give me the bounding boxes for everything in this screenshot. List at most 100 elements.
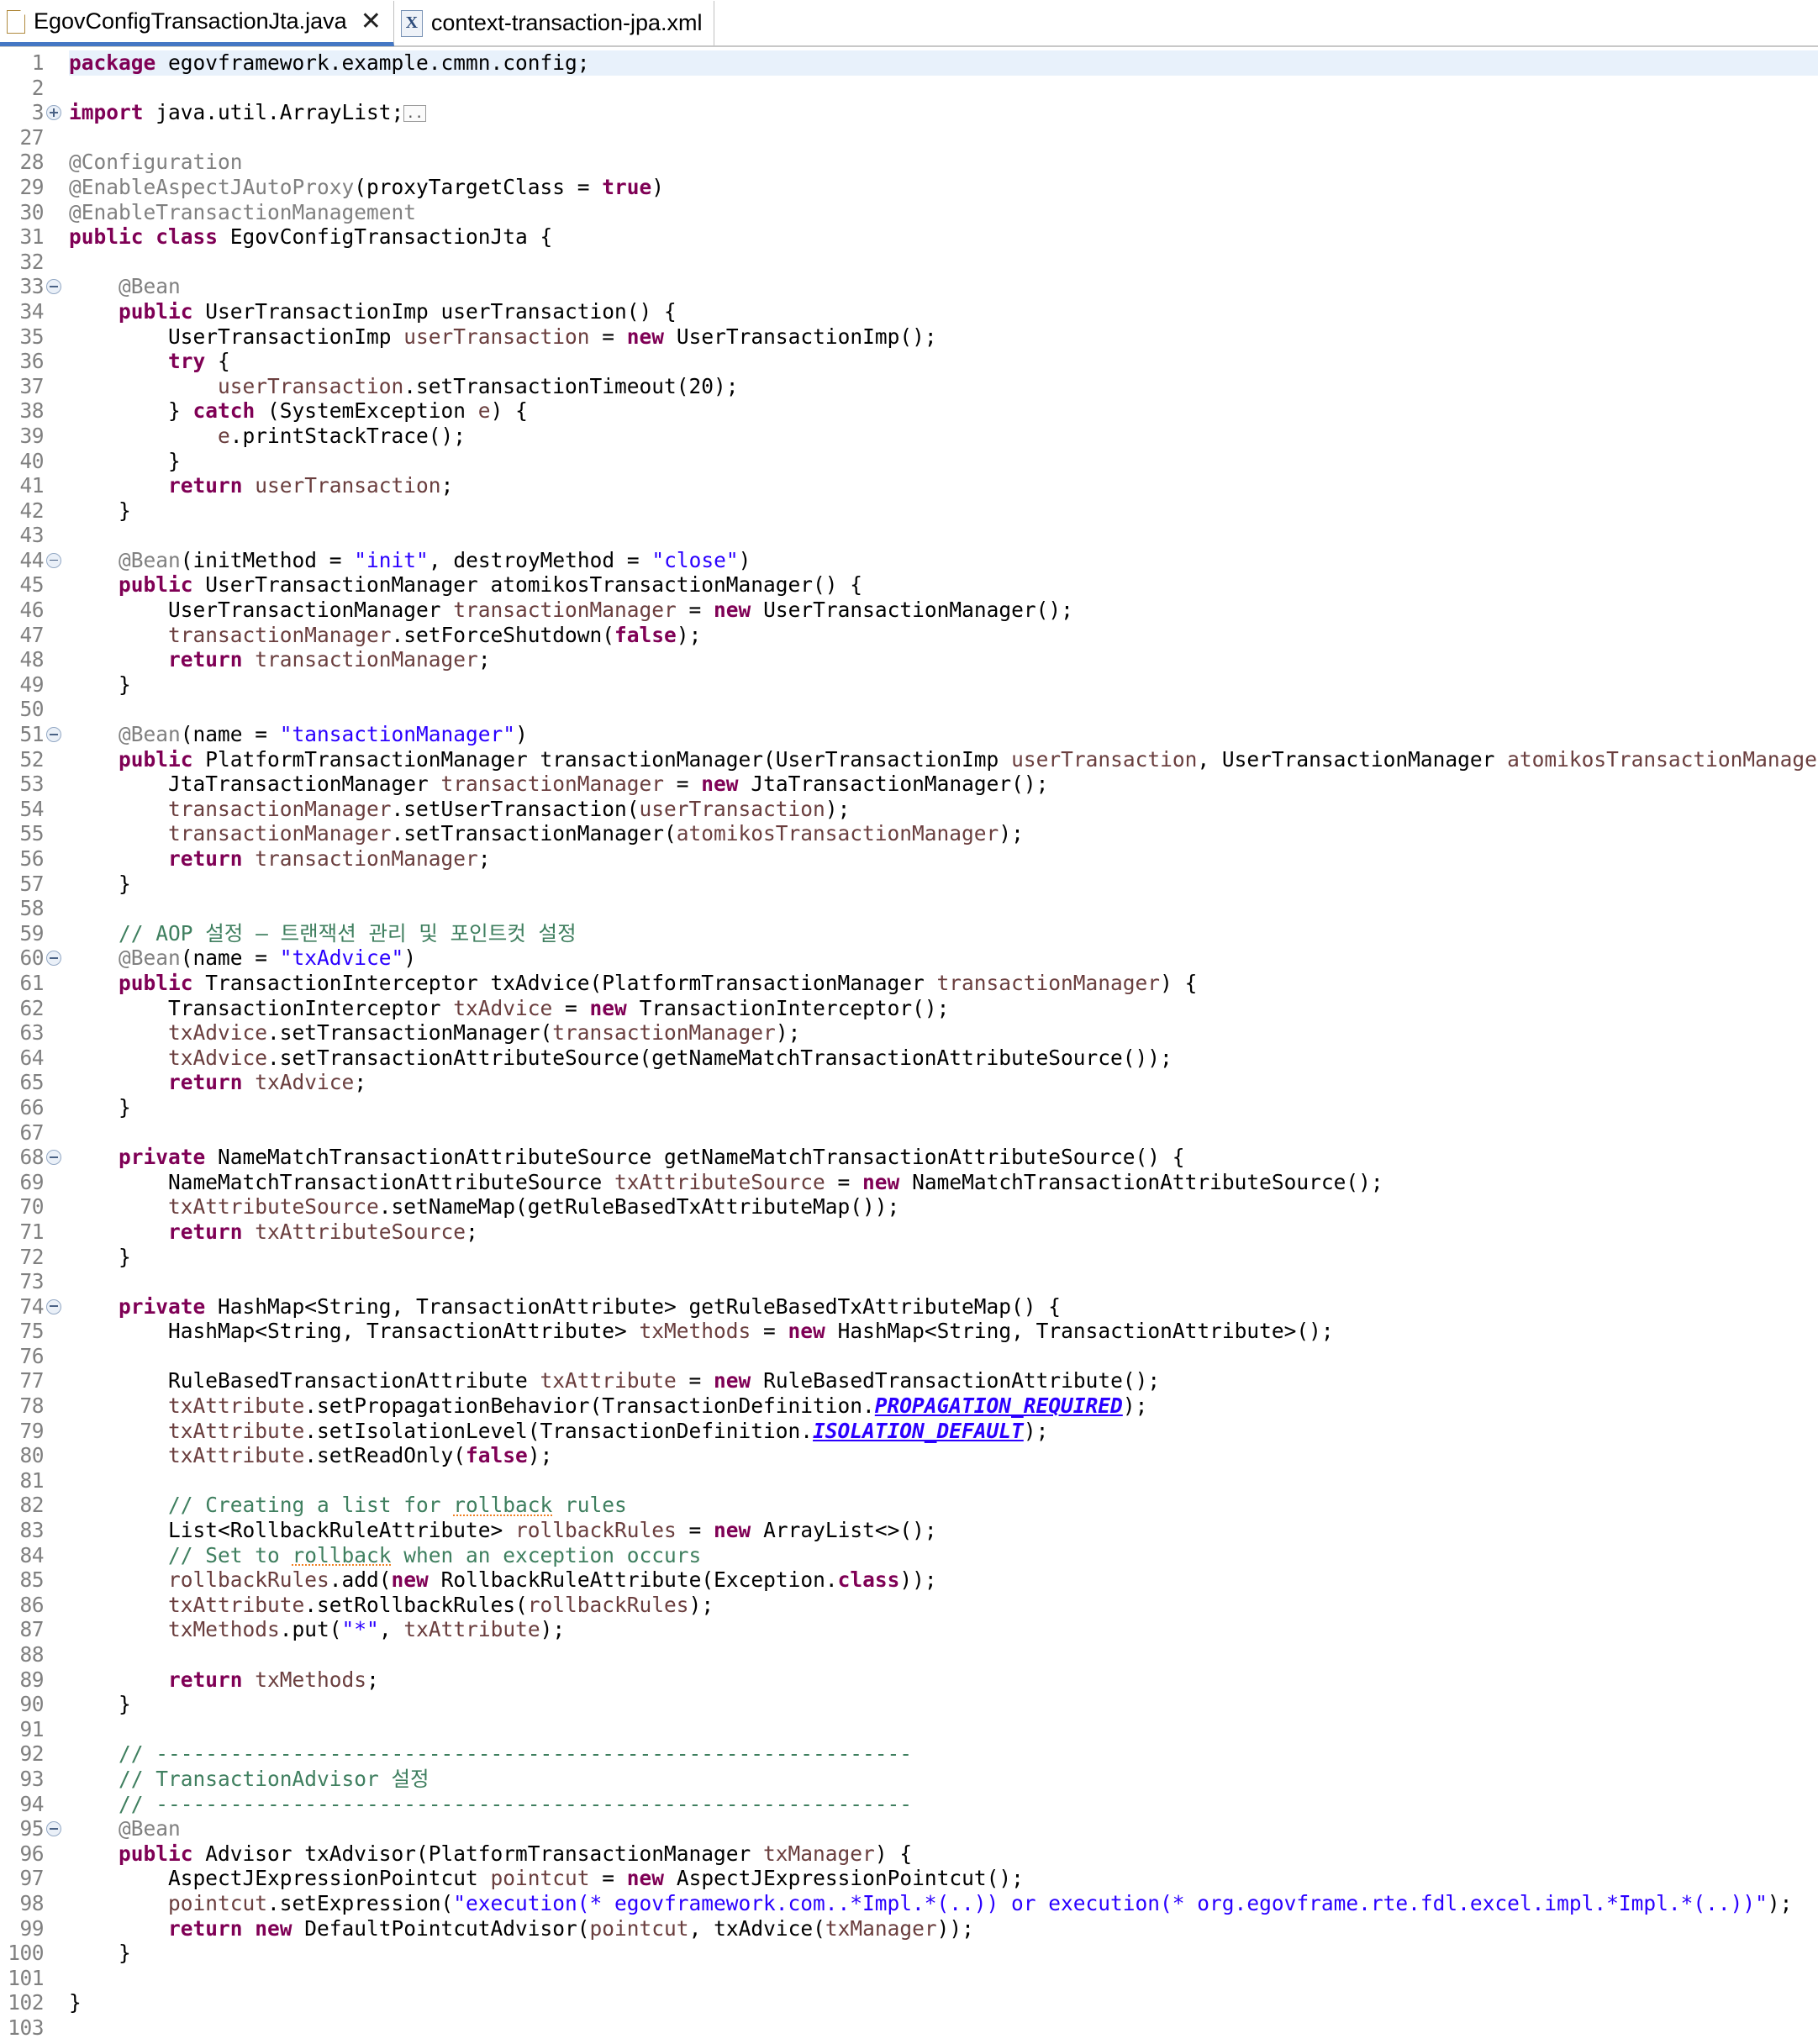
code-line[interactable]: List<RollbackRuleAttribute> rollbackRule…: [69, 1518, 1818, 1543]
line-number: 31: [19, 224, 44, 250]
fold-collapse-icon[interactable]: [46, 951, 61, 967]
code-line[interactable]: }: [69, 498, 1818, 524]
code-line[interactable]: return transactionManager;: [69, 647, 1818, 672]
tab-context-transaction-jpa-xml[interactable]: X context-transaction-jpa.xml: [393, 1, 715, 46]
code-line[interactable]: pointcut.setExpression("execution(* egov…: [69, 1891, 1818, 1916]
line-number: 50: [19, 697, 44, 722]
code-line[interactable]: [69, 1344, 1818, 1369]
code-line[interactable]: // TransactionAdvisor 설정: [69, 1767, 1818, 1792]
code-line[interactable]: [69, 250, 1818, 275]
code-line[interactable]: // Creating a list for rollback rules: [69, 1493, 1818, 1518]
fold-collapse-icon[interactable]: [46, 1150, 61, 1166]
code-line[interactable]: @Bean(initMethod = "init", destroyMethod…: [69, 548, 1818, 573]
line-number: 47: [19, 622, 44, 647]
fold-expand-icon[interactable]: [46, 105, 61, 121]
code-line[interactable]: TransactionInterceptor txAdvice = new Tr…: [69, 996, 1818, 1021]
code-line[interactable]: public class EgovConfigTransactionJta {: [69, 224, 1818, 250]
fold-collapse-icon[interactable]: [46, 1821, 61, 1837]
code-line[interactable]: }: [69, 1245, 1818, 1270]
code-line[interactable]: [69, 1966, 1818, 1991]
code-line[interactable]: txAttribute.setRollbackRules(rollbackRul…: [69, 1593, 1818, 1618]
code-line[interactable]: public Advisor txAdvisor(PlatformTransac…: [69, 1841, 1818, 1867]
code-line[interactable]: @Bean: [69, 274, 1818, 299]
code-line[interactable]: [69, 896, 1818, 921]
code-line[interactable]: public UserTransactionManager atomikosTr…: [69, 572, 1818, 598]
code-line[interactable]: @Configuration: [69, 150, 1818, 175]
code-line[interactable]: txAttribute.setPropagationBehavior(Trans…: [69, 1393, 1818, 1419]
code-line[interactable]: [69, 1269, 1818, 1294]
code-line[interactable]: AspectJExpressionPointcut pointcut = new…: [69, 1866, 1818, 1891]
code-line[interactable]: [69, 1468, 1818, 1493]
code-line[interactable]: rollbackRules.add(new RollbackRuleAttrib…: [69, 1567, 1818, 1593]
tab-egovconfigtransactionjta-java[interactable]: EgovConfigTransactionJta.java ✕: [0, 1, 394, 46]
code-line[interactable]: // AOP 설정 – 트랜잭션 관리 및 포인트컷 설정: [69, 921, 1818, 946]
code-line[interactable]: JtaTransactionManager transactionManager…: [69, 772, 1818, 797]
fold-collapse-icon[interactable]: [46, 279, 61, 295]
code-line[interactable]: }: [69, 672, 1818, 698]
code-line[interactable]: txAdvice.setTransactionManager(transacti…: [69, 1020, 1818, 1046]
code-line[interactable]: txAttribute.setReadOnly(false);: [69, 1443, 1818, 1468]
code-line[interactable]: txAttribute.setIsolationLevel(Transactio…: [69, 1419, 1818, 1444]
code-line[interactable]: @EnableAspectJAutoProxy(proxyTargetClass…: [69, 175, 1818, 200]
code-line[interactable]: RuleBasedTransactionAttribute txAttribut…: [69, 1368, 1818, 1393]
code-line[interactable]: return txMethods;: [69, 1667, 1818, 1693]
code-line[interactable]: package egovframework.example.cmmn.confi…: [69, 50, 1818, 76]
code-line[interactable]: @Bean(name = "txAdvice"): [69, 946, 1818, 971]
code-line[interactable]: return txAttributeSource;: [69, 1220, 1818, 1245]
code-line[interactable]: [69, 125, 1818, 150]
code-line[interactable]: private HashMap<String, TransactionAttri…: [69, 1294, 1818, 1320]
code-line[interactable]: e.printStackTrace();: [69, 424, 1818, 449]
code-line[interactable]: [69, 697, 1818, 722]
code-line[interactable]: }: [69, 1095, 1818, 1120]
code-line[interactable]: transactionManager.setTransactionManager…: [69, 821, 1818, 846]
code-line[interactable]: UserTransactionManager transactionManage…: [69, 598, 1818, 623]
code-line[interactable]: } catch (SystemException e) {: [69, 398, 1818, 424]
code-line[interactable]: HashMap<String, TransactionAttribute> tx…: [69, 1319, 1818, 1344]
code-line[interactable]: transactionManager.setForceShutdown(fals…: [69, 623, 1818, 648]
code-line[interactable]: [69, 1717, 1818, 1742]
code-line[interactable]: }: [69, 1692, 1818, 1717]
fold-collapse-icon[interactable]: [46, 552, 61, 568]
code-line[interactable]: [69, 523, 1818, 548]
code-line[interactable]: return txAdvice;: [69, 1070, 1818, 1095]
code-line[interactable]: [69, 1120, 1818, 1146]
code-line[interactable]: // -------------------------------------…: [69, 1792, 1818, 1817]
code-line[interactable]: }: [69, 1941, 1818, 1966]
fold-marker-cell: [45, 473, 64, 498]
code-line[interactable]: userTransaction.setTransactionTimeout(20…: [69, 374, 1818, 399]
code-line[interactable]: try {: [69, 349, 1818, 374]
code-text-area[interactable]: package egovframework.example.cmmn.confi…: [64, 47, 1818, 2041]
code-line[interactable]: NameMatchTransactionAttributeSource txAt…: [69, 1170, 1818, 1195]
fold-collapse-icon[interactable]: [46, 727, 61, 743]
code-line[interactable]: public TransactionInterceptor txAdvice(P…: [69, 971, 1818, 996]
fold-marker-cell: [45, 498, 64, 524]
code-folding-gutter[interactable]: [45, 47, 64, 2041]
code-line[interactable]: [69, 76, 1818, 101]
code-line[interactable]: // -------------------------------------…: [69, 1741, 1818, 1767]
code-line[interactable]: private NameMatchTransactionAttributeSou…: [69, 1145, 1818, 1170]
code-line[interactable]: import java.util.ArrayList;..: [69, 100, 1818, 125]
code-line[interactable]: @Bean: [69, 1816, 1818, 1841]
code-line[interactable]: [69, 2015, 1818, 2041]
code-line[interactable]: @Bean(name = "tansactionManager"): [69, 722, 1818, 747]
code-line[interactable]: return userTransaction;: [69, 473, 1818, 498]
code-line[interactable]: public PlatformTransactionManager transa…: [69, 747, 1818, 772]
code-line[interactable]: }: [69, 1990, 1818, 2015]
code-line[interactable]: return transactionManager;: [69, 846, 1818, 872]
code-line[interactable]: // Set to rollback when an exception occ…: [69, 1543, 1818, 1568]
code-line[interactable]: transactionManager.setUserTransaction(us…: [69, 797, 1818, 822]
code-line[interactable]: public UserTransactionImp userTransactio…: [69, 299, 1818, 324]
code-line[interactable]: }: [69, 449, 1818, 474]
code-line[interactable]: }: [69, 872, 1818, 897]
code-line[interactable]: return new DefaultPointcutAdvisor(pointc…: [69, 1916, 1818, 1941]
fold-collapse-icon[interactable]: [46, 1299, 61, 1314]
code-line[interactable]: txAdvice.setTransactionAttributeSource(g…: [69, 1046, 1818, 1071]
code-line[interactable]: UserTransactionImp userTransaction = new…: [69, 324, 1818, 350]
code-line[interactable]: [69, 1642, 1818, 1667]
code-line[interactable]: txMethods.put("*", txAttribute);: [69, 1617, 1818, 1642]
close-icon[interactable]: ✕: [361, 8, 382, 34]
code-line[interactable]: txAttributeSource.setNameMap(getRuleBase…: [69, 1194, 1818, 1220]
code-editor[interactable]: 1 2 3 27 28 29 30 31 32 33 34 35 36 37 38 39 40 41 42 43 44 4…: [0, 47, 1818, 2041]
code-line[interactable]: @EnableTransactionManagement: [69, 200, 1818, 225]
fold-marker-cell: [45, 1194, 64, 1220]
